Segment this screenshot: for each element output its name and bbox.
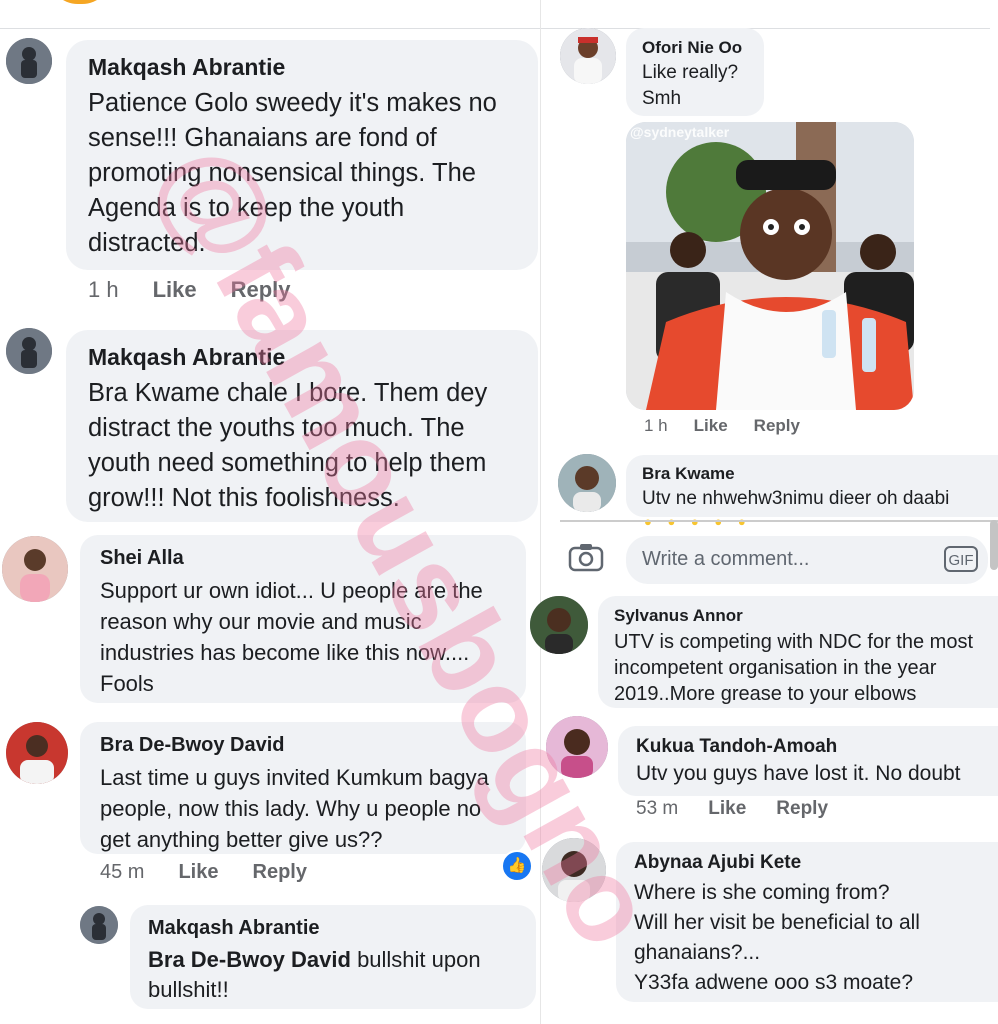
comment-meta: 1 h Like Reply bbox=[644, 416, 834, 436]
comment-time[interactable]: 45 m bbox=[100, 861, 144, 883]
comment-input[interactable]: Write a comment... GIF bbox=[626, 536, 988, 584]
comment-bubble: Makqash Abrantie Patience Golo sweedy it… bbox=[66, 40, 538, 270]
avatar[interactable] bbox=[560, 28, 616, 84]
avatar[interactable] bbox=[546, 716, 608, 778]
reply-link[interactable]: Reply bbox=[231, 277, 291, 302]
comment-author[interactable]: Makqash Abrantie bbox=[148, 917, 320, 940]
comment-input-placeholder: Write a comment... bbox=[642, 548, 810, 570]
comment-text: Like really? Smh bbox=[642, 62, 739, 109]
comment-author[interactable]: Makqash Abrantie bbox=[88, 344, 285, 371]
comment-bubble: Kukua Tandoh-Amoah Utv you guys have los… bbox=[618, 726, 998, 796]
comment-text: Utv ne nhwehw3nimu dieer oh daabi bbox=[642, 488, 950, 509]
comment-text: UTV is competing with NDC for the most i… bbox=[614, 631, 973, 705]
comment-author[interactable]: Ofori Nie Oo bbox=[642, 38, 742, 58]
like-link[interactable]: Like bbox=[153, 277, 197, 302]
comment-bubble: Shei Alla Support ur own idiot... U peop… bbox=[80, 535, 526, 703]
reply-link[interactable]: Reply bbox=[253, 861, 307, 883]
comment-time[interactable]: 1 h bbox=[88, 277, 119, 302]
avatar[interactable] bbox=[6, 722, 68, 784]
avatar[interactable] bbox=[6, 328, 52, 374]
top-divider bbox=[0, 28, 990, 29]
comment-bubble: Bra De-Bwoy David Last time u guys invit… bbox=[80, 722, 526, 854]
avatar[interactable] bbox=[530, 596, 588, 654]
comment-meta: 45 m Like Reply bbox=[100, 861, 341, 884]
scrollbar[interactable] bbox=[990, 520, 998, 570]
photo-tag: @sydneytalker bbox=[630, 124, 730, 140]
reply-link[interactable]: Reply bbox=[776, 798, 828, 819]
comment-bubble: Ofori Nie Oo Like really? Smh bbox=[626, 28, 764, 116]
comment-author[interactable]: Abynaa Ajubi Kete bbox=[634, 852, 801, 874]
avatar[interactable] bbox=[2, 536, 68, 602]
comment-author[interactable]: Bra De-Bwoy David bbox=[100, 734, 285, 757]
top-partial-icon bbox=[48, 0, 112, 4]
reply-link[interactable]: Reply bbox=[754, 416, 800, 435]
comment-text: Support ur own idiot... U people are the… bbox=[100, 578, 483, 696]
comment-meta: 1 h Like Reply bbox=[88, 277, 325, 303]
input-divider bbox=[560, 520, 998, 522]
comment-author[interactable]: Shei Alla bbox=[100, 547, 184, 570]
comment-text: Utv you guys have lost it. No doubt bbox=[636, 762, 961, 785]
comment-time[interactable]: 1 h bbox=[644, 416, 668, 435]
comment-photo[interactable]: @sydneytalker bbox=[626, 122, 914, 410]
mention-link[interactable]: Bra De-Bwoy David bbox=[148, 947, 351, 972]
avatar[interactable] bbox=[542, 838, 606, 902]
reply-bubble: Makqash Abrantie Bra De-Bwoy David bulls… bbox=[130, 905, 536, 1009]
comment-text: Bra De-Bwoy David bullshit upon bullshit… bbox=[148, 947, 481, 1002]
comment-author[interactable]: Makqash Abrantie bbox=[88, 54, 285, 81]
comment-bubble: Sylvanus Annor UTV is competing with NDC… bbox=[598, 596, 998, 708]
comment-bubble: Abynaa Ajubi Kete Where is she coming fr… bbox=[616, 842, 998, 1002]
camera-icon[interactable] bbox=[568, 542, 604, 572]
comment-text: Patience Golo sweedy it's makes no sense… bbox=[88, 89, 497, 257]
like-link[interactable]: Like bbox=[694, 416, 728, 435]
like-link[interactable]: Like bbox=[708, 798, 746, 819]
comment-author[interactable]: Kukua Tandoh-Amoah bbox=[636, 736, 837, 758]
column-divider bbox=[540, 0, 541, 1024]
comment-author[interactable]: Bra Kwame bbox=[642, 464, 735, 484]
like-link[interactable]: Like bbox=[178, 861, 218, 883]
comment-bubble: Bra Kwame Utv ne nhwehw3nimu dieer oh da… bbox=[626, 455, 998, 517]
like-reaction-icon[interactable]: 👍 bbox=[501, 850, 533, 882]
gif-button[interactable]: GIF bbox=[944, 546, 978, 572]
comment-time[interactable]: 53 m bbox=[636, 798, 678, 819]
avatar[interactable] bbox=[558, 454, 616, 512]
comment-bubble: Makqash Abrantie Bra Kwame chale I bore.… bbox=[66, 330, 538, 522]
avatar[interactable] bbox=[80, 906, 118, 944]
avatar[interactable] bbox=[6, 38, 52, 84]
comment-text: Bra Kwame chale I bore. Them dey distrac… bbox=[88, 379, 488, 512]
comment-meta: 53 m Like Reply bbox=[636, 798, 862, 820]
comment-author[interactable]: Sylvanus Annor bbox=[614, 606, 743, 626]
comment-text: Where is she coming from? Will her visit… bbox=[634, 881, 920, 994]
comment-text: Last time u guys invited Kumkum bagya pe… bbox=[100, 765, 489, 852]
